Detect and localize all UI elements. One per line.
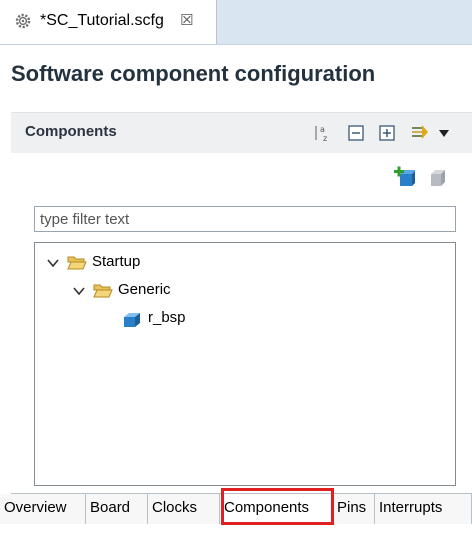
add-component-icon[interactable] [393,166,415,188]
expand-all-icon[interactable] [378,124,396,142]
chevron-down-icon[interactable] [47,258,59,268]
tree-node-label: r_bsp [148,309,186,326]
tab-pins[interactable]: Pins [333,494,375,524]
sync-icon[interactable] [411,124,429,142]
page-tabs: Overview Board Clocks Components Pins In… [0,488,472,534]
page-title: Software component configuration [11,61,376,86]
folder-open-icon [93,284,113,298]
svg-text:z: z [323,134,327,142]
tab-overview[interactable]: Overview [0,494,86,524]
tree-node-label: Generic [118,281,171,298]
tree-node-generic[interactable]: Generic [73,280,273,302]
tree-node-label: Startup [92,253,141,270]
tab-clocks[interactable]: Clocks [148,494,220,524]
active-tab-highlight [221,488,334,525]
components-tree: Startup Generic r_bsp [34,242,456,486]
editor-tab[interactable]: *SC_Tutorial.scfg ☒ [0,0,217,44]
svg-text:a: a [320,125,325,134]
folder-open-icon [67,256,87,270]
editor-tabstrip: *SC_Tutorial.scfg ☒ [0,0,472,45]
component-cube-icon [124,313,140,327]
tree-node-r-bsp[interactable]: r_bsp [122,308,282,330]
components-section-header: Components a z [11,112,472,153]
editor-tab-title: *SC_Tutorial.scfg [40,12,164,29]
chevron-down-icon[interactable] [73,286,85,296]
filter-input[interactable] [34,206,456,232]
gear-icon [15,13,31,29]
tab-interrupts[interactable]: Interrupts [375,494,472,524]
close-icon[interactable]: ☒ [180,11,193,29]
section-title: Components [25,123,117,140]
collapse-all-icon[interactable] [347,124,365,142]
remove-component-icon[interactable] [428,168,446,188]
sort-az-icon[interactable]: a z [313,124,331,142]
tree-node-startup[interactable]: Startup [47,252,247,274]
tab-board[interactable]: Board [86,494,148,524]
view-menu-icon[interactable] [439,130,449,138]
